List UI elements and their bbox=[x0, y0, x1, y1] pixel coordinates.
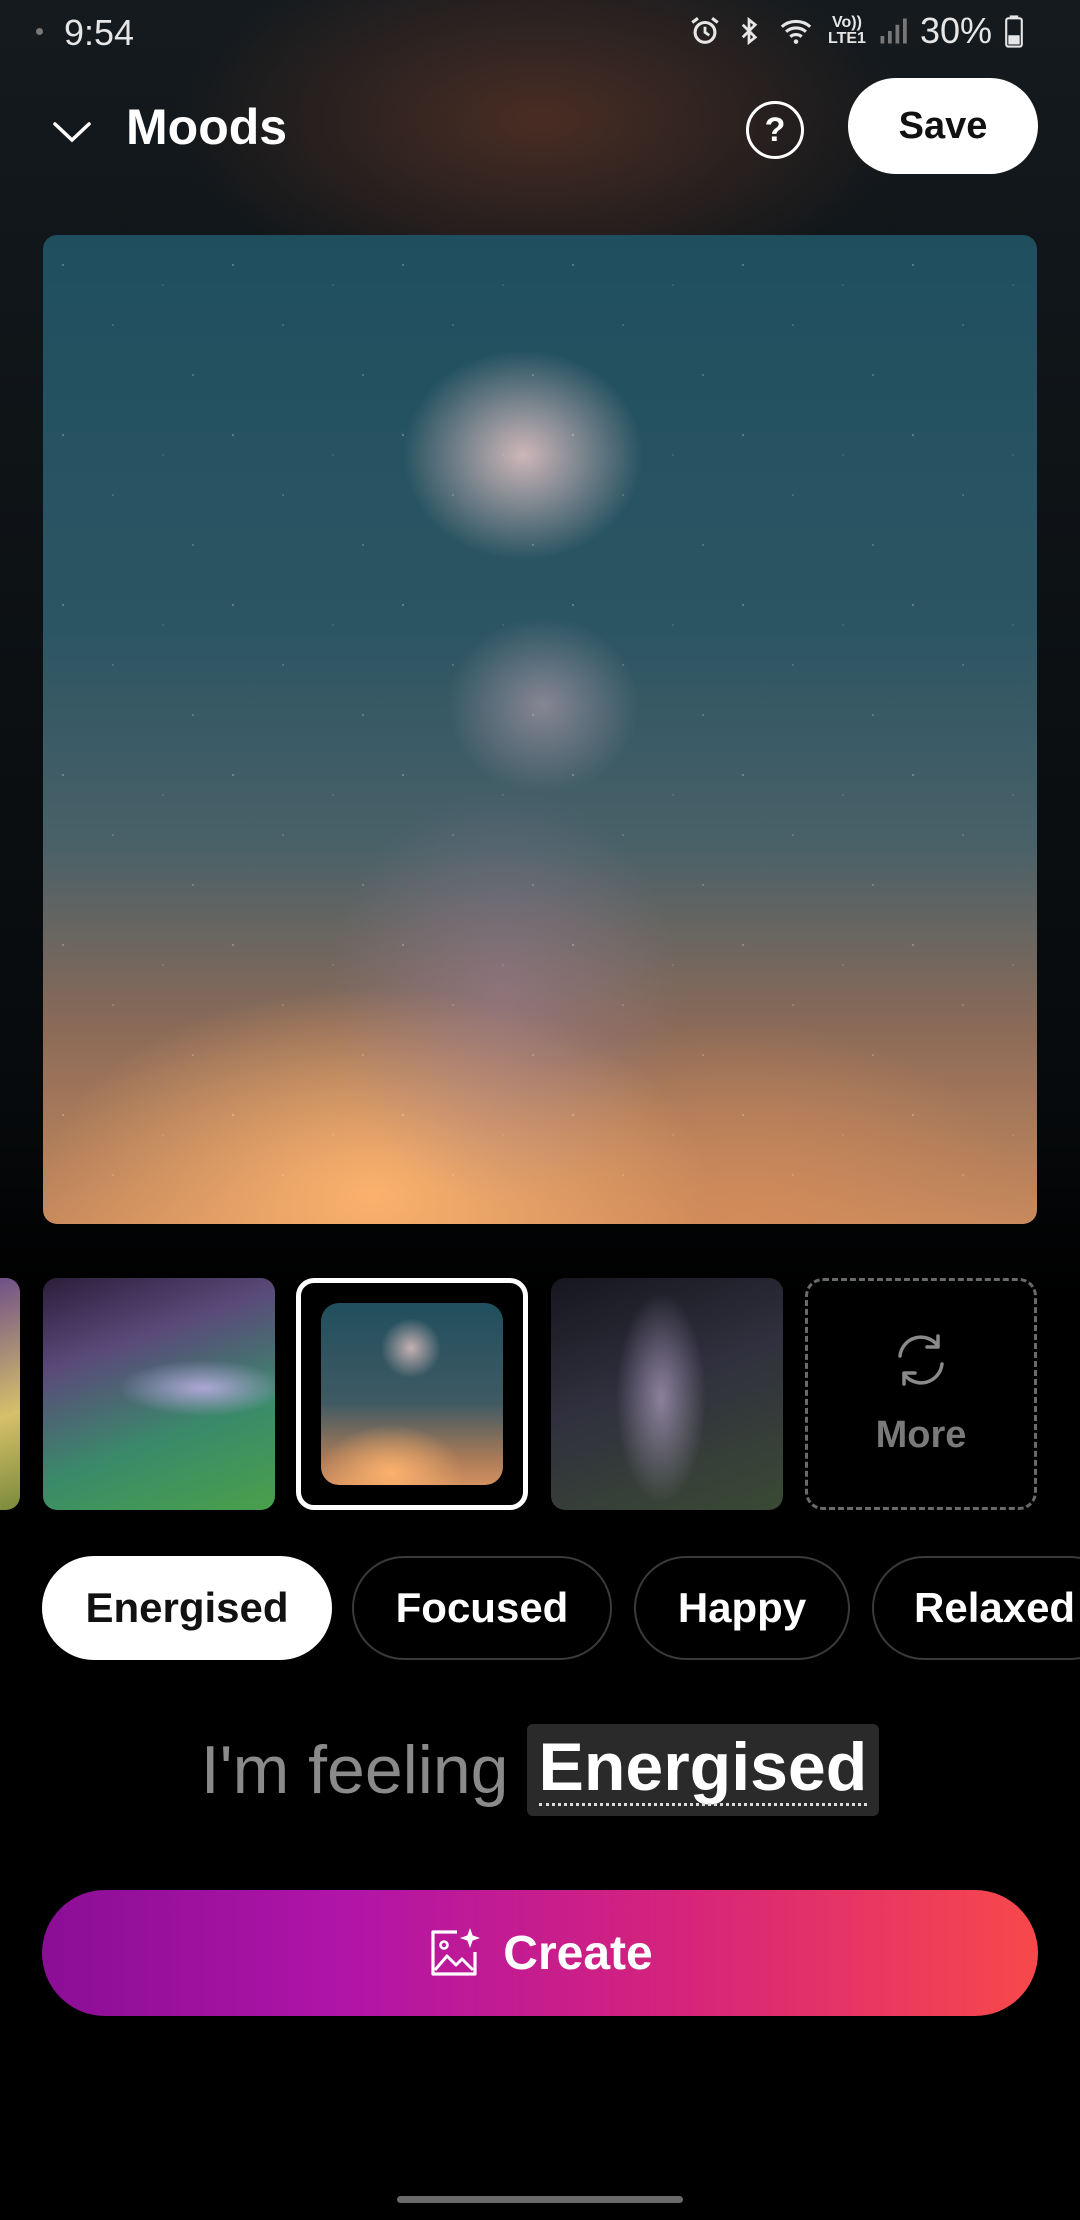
refresh-icon bbox=[898, 1333, 944, 1386]
thumbnail-option[interactable] bbox=[551, 1278, 783, 1510]
header: Moods ? Save bbox=[0, 70, 1080, 185]
preview-texture bbox=[43, 235, 1037, 1224]
moods-screen: 9:54 Vo)) LTE1 30% Moods ? Save More Ene… bbox=[0, 0, 1080, 2220]
network-badge-top: Vo)) bbox=[832, 14, 862, 31]
notification-dot bbox=[36, 28, 43, 35]
thumbnail-option[interactable] bbox=[43, 1278, 275, 1510]
status-bar: 9:54 Vo)) LTE1 30% bbox=[0, 0, 1080, 64]
bluetooth-icon bbox=[734, 14, 764, 48]
chevron-down-icon bbox=[53, 122, 91, 143]
save-button[interactable]: Save bbox=[848, 78, 1038, 174]
home-indicator[interactable] bbox=[397, 2196, 683, 2203]
feeling-sentence: I'm feeling Energised bbox=[0, 1724, 1080, 1816]
mood-chip-happy[interactable]: Happy bbox=[634, 1556, 850, 1660]
feeling-mood-text: Energised bbox=[538, 1729, 868, 1805]
help-button[interactable]: ? bbox=[746, 101, 804, 159]
more-label: More bbox=[875, 1413, 967, 1456]
battery-percent: 30% bbox=[919, 10, 992, 51]
wallpaper-thumbnails: More bbox=[0, 1278, 1080, 1514]
mood-chips: Energised Focused Happy Relaxed bbox=[0, 1556, 1080, 1660]
status-time: 9:54 bbox=[64, 12, 135, 53]
help-icon: ? bbox=[764, 110, 786, 149]
thumbnail-option-selected[interactable] bbox=[296, 1278, 528, 1510]
alarm-icon bbox=[688, 14, 722, 48]
wallpaper-preview bbox=[43, 235, 1037, 1224]
wifi-icon bbox=[776, 14, 816, 48]
network-badge: Vo)) LTE1 bbox=[828, 15, 866, 47]
mood-chip-relaxed[interactable]: Relaxed bbox=[872, 1556, 1080, 1660]
mood-chip-energised[interactable]: Energised bbox=[42, 1556, 332, 1660]
status-icons: Vo)) LTE1 30% bbox=[688, 10, 1024, 52]
signal-icon bbox=[878, 15, 908, 47]
feeling-prefix: I'm feeling bbox=[200, 1732, 509, 1808]
battery-icon bbox=[1004, 14, 1024, 48]
thumbnail-image bbox=[321, 1303, 503, 1485]
feeling-mood-selector[interactable]: Energised bbox=[526, 1724, 880, 1816]
create-button[interactable]: Create bbox=[42, 1890, 1038, 2016]
create-label: Create bbox=[503, 1926, 653, 1980]
network-badge-bottom: LTE1 bbox=[828, 30, 866, 47]
ai-image-icon bbox=[431, 1928, 481, 1976]
collapse-button[interactable] bbox=[42, 102, 102, 162]
more-thumbnails-button[interactable]: More bbox=[805, 1278, 1037, 1510]
page-title: Moods bbox=[126, 99, 288, 155]
thumbnail-option[interactable] bbox=[0, 1278, 20, 1510]
mood-underline bbox=[538, 1803, 868, 1806]
mood-chip-focused[interactable]: Focused bbox=[352, 1556, 612, 1660]
